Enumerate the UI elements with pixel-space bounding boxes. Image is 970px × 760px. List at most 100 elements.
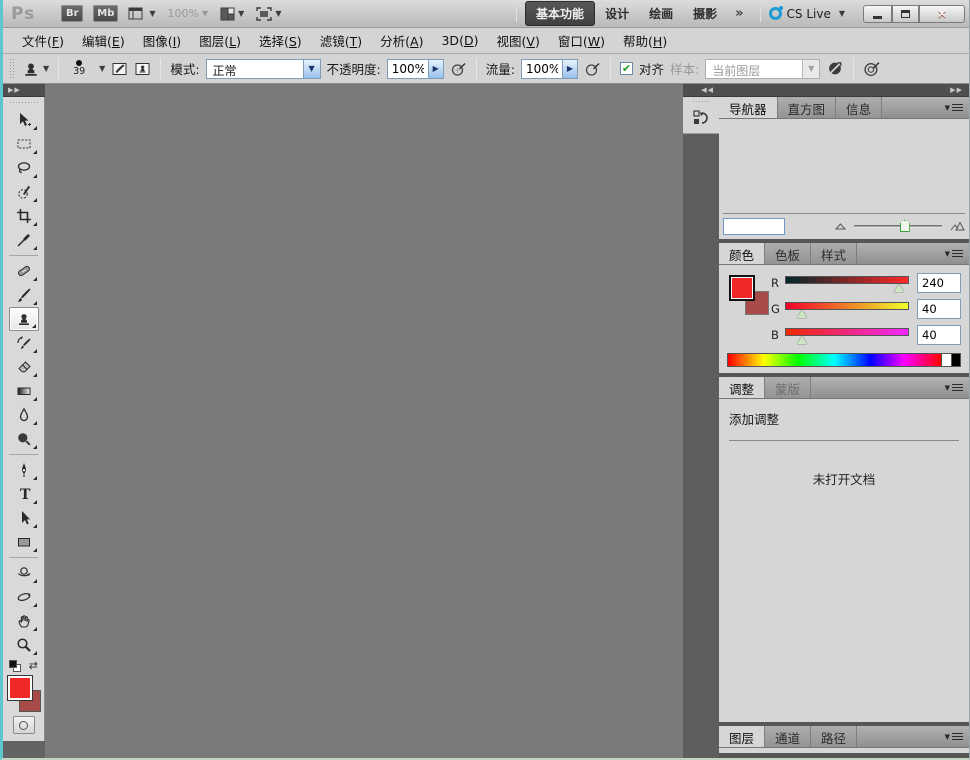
spin-arrow-icon[interactable]: ▶ — [428, 60, 443, 78]
panel-menu-button[interactable]: ▼ — [939, 97, 969, 118]
screen-mode-button[interactable]: ▼ — [256, 7, 281, 21]
slider-thumb[interactable] — [894, 284, 904, 292]
move-tool[interactable] — [9, 108, 39, 132]
rectangular-marquee-tool[interactable] — [9, 132, 39, 156]
view-extras-button[interactable]: ▼ — [128, 7, 155, 21]
menu-layer[interactable]: 图层(L) — [190, 28, 250, 53]
menu-edit[interactable]: 编辑(E) — [73, 28, 134, 53]
blue-slider[interactable] — [785, 325, 909, 345]
green-slider[interactable] — [785, 299, 909, 319]
eraser-tool[interactable] — [9, 355, 39, 379]
tab-swatches[interactable]: 色板 — [765, 243, 811, 264]
tab-layers[interactable]: 图层 — [719, 726, 765, 747]
aligned-checkbox[interactable]: ✔ — [620, 62, 633, 75]
tab-masks[interactable]: 蒙版 — [765, 377, 811, 398]
pen-tool[interactable] — [9, 458, 39, 482]
history-brush-tool[interactable] — [9, 331, 39, 355]
color-spectrum-bar[interactable] — [727, 353, 961, 367]
menu-window[interactable]: 窗口(W) — [549, 28, 614, 53]
tool-preset-picker[interactable]: ▼ — [22, 60, 49, 78]
gripper[interactable] — [9, 101, 38, 105]
slider-thumb[interactable] — [900, 220, 910, 232]
launch-mini-bridge-button[interactable]: Mb — [93, 5, 118, 22]
black-swatch[interactable] — [951, 353, 961, 367]
launch-bridge-button[interactable]: Br — [61, 5, 83, 22]
tab-histogram[interactable]: 直方图 — [778, 97, 837, 118]
type-tool[interactable]: T — [9, 482, 39, 506]
menu-select[interactable]: 选择(S) — [250, 28, 311, 53]
tab-navigator[interactable]: 导航器 — [719, 97, 778, 118]
workspace-essentials-button[interactable]: 基本功能 — [525, 1, 595, 26]
minimize-button[interactable] — [863, 5, 892, 23]
dock-collapse-bar[interactable]: ▶▶ — [719, 84, 969, 97]
sample-dropdown[interactable]: 当前图层 ▼ — [705, 59, 820, 79]
spot-healing-brush-tool[interactable] — [9, 259, 39, 283]
menu-filter[interactable]: 滤镜(T) — [311, 28, 371, 53]
3d-orbit-tool[interactable] — [9, 585, 39, 609]
icon-dock-collapse-bar[interactable]: ◀◀ — [683, 84, 719, 97]
menu-analysis[interactable]: 分析(A) — [371, 28, 432, 53]
maximize-button[interactable] — [892, 5, 919, 23]
mode-dropdown[interactable]: 正常 ▼ — [206, 59, 321, 79]
clone-stamp-tool[interactable] — [9, 307, 39, 331]
foreground-color-swatch[interactable] — [8, 676, 32, 700]
red-slider[interactable] — [785, 273, 909, 293]
gripper[interactable] — [9, 58, 14, 80]
toggle-clone-source-panel-button[interactable] — [134, 61, 151, 77]
opacity-input[interactable] — [388, 60, 428, 78]
white-swatch[interactable] — [941, 353, 951, 367]
hand-tool[interactable] — [9, 609, 39, 633]
workspace-design-button[interactable]: 设计 — [595, 2, 639, 25]
lasso-tool[interactable] — [9, 156, 39, 180]
spin-arrow-icon[interactable]: ▶ — [562, 60, 577, 78]
flow-input[interactable] — [522, 60, 562, 78]
menu-help[interactable]: 帮助(H) — [614, 28, 676, 53]
ignore-adjustment-layers-button[interactable] — [826, 60, 844, 77]
tab-color[interactable]: 颜色 — [719, 243, 765, 264]
menu-3d[interactable]: 3D(D) — [432, 30, 487, 51]
panel-menu-button[interactable]: ▼ — [939, 377, 969, 398]
blue-value-input[interactable] — [917, 325, 961, 345]
default-colors-icon[interactable] — [9, 660, 21, 672]
rectangle-shape-tool[interactable] — [9, 530, 39, 554]
panel-menu-button[interactable]: ▼ — [939, 243, 969, 264]
menu-view[interactable]: 视图(V) — [487, 28, 548, 53]
tab-adjustments[interactable]: 调整 — [719, 377, 765, 398]
dodge-tool[interactable] — [9, 427, 39, 451]
brush-preset-picker[interactable]: 39 — [68, 60, 90, 77]
airbrush-button[interactable] — [584, 61, 601, 77]
menu-image[interactable]: 图像(I) — [134, 28, 190, 53]
menu-file[interactable]: 文件(F) — [13, 28, 73, 53]
size-pressure-button[interactable] — [863, 60, 881, 77]
arrange-documents-button[interactable]: ▼ — [220, 7, 244, 21]
tools-collapse-bar[interactable]: ▶▶ — [3, 84, 45, 97]
slider-thumb[interactable] — [797, 310, 807, 318]
cs-live-button[interactable]: CS Live ▼ — [769, 7, 845, 21]
tab-paths[interactable]: 路径 — [811, 726, 857, 747]
eyedropper-tool[interactable] — [9, 228, 39, 252]
3d-rotate-tool[interactable] — [9, 561, 39, 585]
workspace-overflow-button[interactable]: » — [727, 6, 751, 21]
zoom-tool[interactable] — [9, 633, 39, 657]
zoom-out-icon[interactable] — [835, 222, 846, 230]
red-value-input[interactable] — [917, 273, 961, 293]
zoom-level-dropdown[interactable]: 100% ▼ — [168, 7, 209, 20]
tab-styles[interactable]: 样式 — [811, 243, 857, 264]
navigator-zoom-slider[interactable] — [854, 219, 942, 233]
spectrum-gradient[interactable] — [727, 353, 941, 367]
tab-info[interactable]: 信息 — [836, 97, 882, 118]
green-value-input[interactable] — [917, 299, 961, 319]
tab-channels[interactable]: 通道 — [765, 726, 811, 747]
blur-tool[interactable] — [9, 403, 39, 427]
foreground-color-swatch[interactable] — [729, 275, 755, 301]
opacity-pressure-button[interactable] — [450, 61, 467, 77]
quick-mask-button[interactable] — [13, 716, 35, 734]
brush-tool[interactable] — [9, 283, 39, 307]
slider-thumb[interactable] — [797, 336, 807, 344]
crop-tool[interactable] — [9, 204, 39, 228]
quick-selection-tool[interactable] — [9, 180, 39, 204]
workspace-photography-button[interactable]: 摄影 — [683, 2, 727, 25]
navigator-zoom-input[interactable] — [723, 218, 785, 235]
panel-menu-button[interactable]: ▼ — [939, 726, 969, 747]
path-selection-tool[interactable] — [9, 506, 39, 530]
